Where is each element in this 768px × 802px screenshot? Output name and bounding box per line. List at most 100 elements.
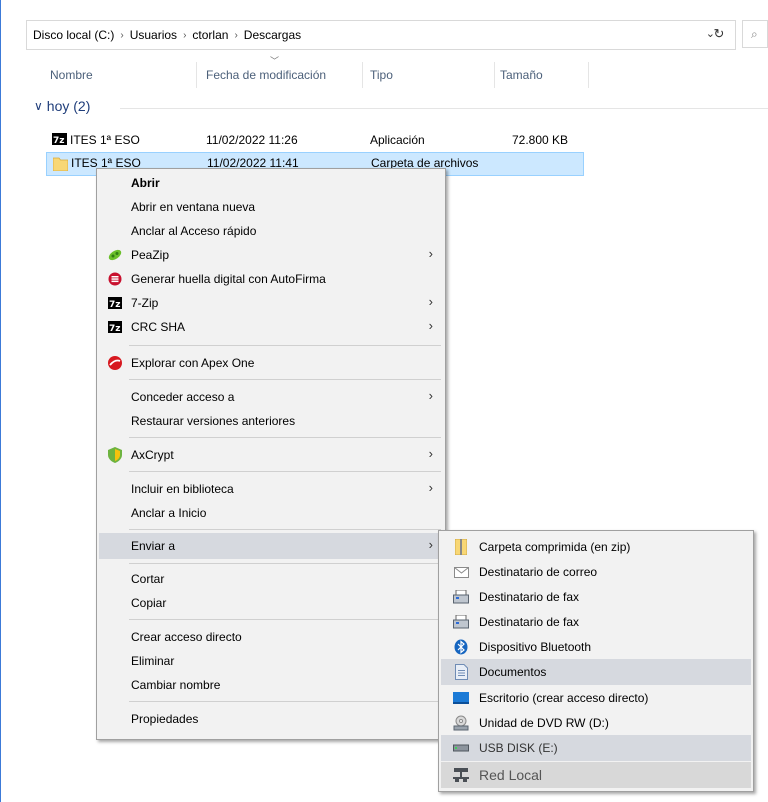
chevron-down-icon: ∨ bbox=[34, 99, 43, 113]
menu-label: Cortar bbox=[131, 572, 165, 586]
menu-label: USB DISK (E:) bbox=[479, 741, 558, 755]
fax-icon bbox=[453, 614, 469, 630]
file-name: ITES 1ª ESO bbox=[70, 133, 140, 147]
menu-item-eliminar[interactable]: Eliminar bbox=[99, 649, 443, 673]
sendto-item-fax-2[interactable]: Destinatario de fax bbox=[441, 610, 751, 634]
sendto-item-bluetooth[interactable]: Dispositivo Bluetooth bbox=[441, 635, 751, 659]
menu-separator bbox=[129, 437, 441, 438]
column-divider bbox=[196, 62, 197, 88]
menu-label: Dispositivo Bluetooth bbox=[479, 640, 592, 654]
menu-separator bbox=[129, 563, 441, 564]
sendto-item-zip[interactable]: Carpeta comprimida (en zip) bbox=[441, 535, 751, 559]
menu-item-crear-acceso-directo[interactable]: Crear acceso directo bbox=[99, 625, 443, 649]
file-type: Aplicación bbox=[370, 133, 425, 147]
menu-label: Abrir en ventana nueva bbox=[131, 200, 256, 214]
file-explorer-window: Disco local (C:) › Usuarios › ctorlan › … bbox=[0, 0, 768, 802]
network-icon bbox=[453, 767, 469, 783]
menu-label: Unidad de DVD RW (D:) bbox=[479, 716, 609, 730]
menu-label: Propiedades bbox=[131, 712, 199, 726]
menu-item-apex-one[interactable]: Explorar con Apex One bbox=[99, 351, 443, 375]
column-header-name[interactable]: Nombre bbox=[50, 62, 93, 88]
file-row[interactable]: 7z ITES 1ª ESO 11/02/2022 11:26 Aplicaci… bbox=[46, 130, 584, 150]
menu-item-abrir[interactable]: Abrir bbox=[99, 171, 443, 195]
menu-item-anclar-acceso-rapido[interactable]: Anclar al Acceso rápido bbox=[99, 219, 443, 243]
documents-icon bbox=[453, 664, 469, 680]
menu-item-conceder-acceso[interactable]: Conceder acceso a › bbox=[99, 385, 443, 409]
menu-separator bbox=[129, 471, 441, 472]
menu-item-enviar-a[interactable]: Enviar a › bbox=[99, 533, 443, 559]
menu-item-abrir-ventana-nueva[interactable]: Abrir en ventana nueva bbox=[99, 195, 443, 219]
chevron-right-icon: › bbox=[428, 480, 433, 495]
menu-item-cambiar-nombre[interactable]: Cambiar nombre bbox=[99, 673, 443, 697]
menu-label: 7-Zip bbox=[131, 296, 159, 310]
desktop-icon bbox=[453, 690, 469, 706]
column-header-size[interactable]: Tamaño bbox=[500, 62, 543, 88]
address-bar[interactable]: Disco local (C:) › Usuarios › ctorlan › … bbox=[26, 20, 736, 50]
search-input[interactable]: ⌕ bbox=[742, 20, 768, 48]
sendto-item-dvd[interactable]: Unidad de DVD RW (D:) bbox=[441, 711, 751, 735]
menu-item-7zip[interactable]: 7z 7-Zip › bbox=[99, 291, 443, 315]
breadcrumb-user[interactable]: ctorlan bbox=[186, 28, 234, 42]
group-header-today[interactable]: ∨ hoy (2) bbox=[34, 98, 90, 114]
menu-label: Destinatario de correo bbox=[479, 565, 598, 579]
menu-label: Generar huella digital con AutoFirma bbox=[131, 272, 326, 286]
menu-item-restaurar-versiones[interactable]: Restaurar versiones anteriores bbox=[99, 409, 443, 433]
column-divider bbox=[588, 62, 589, 88]
menu-separator bbox=[129, 379, 441, 380]
sendto-item-fax-1[interactable]: Destinatario de fax bbox=[441, 585, 751, 609]
column-divider bbox=[362, 62, 363, 88]
menu-label: Anclar a Inicio bbox=[131, 506, 207, 520]
menu-item-propiedades[interactable]: Propiedades bbox=[99, 707, 443, 731]
group-divider bbox=[120, 108, 768, 109]
svg-text:7z: 7z bbox=[53, 136, 65, 145]
file-size: 72.800 KB bbox=[512, 133, 569, 147]
breadcrumb-descargas[interactable]: Descargas bbox=[238, 28, 307, 42]
menu-separator bbox=[129, 345, 441, 346]
menu-item-copiar[interactable]: Copiar bbox=[99, 591, 443, 615]
sendto-item-documentos[interactable]: Documentos bbox=[441, 659, 751, 685]
sendto-item-red-local[interactable]: Red Local bbox=[441, 762, 751, 788]
bluetooth-icon bbox=[453, 639, 469, 655]
menu-item-incluir-biblioteca[interactable]: Incluir en biblioteca › bbox=[99, 477, 443, 501]
sendto-item-usb[interactable]: USB DISK (E:) bbox=[441, 735, 751, 761]
refresh-icon[interactable]: ↻ bbox=[704, 20, 734, 48]
menu-label: Copiar bbox=[131, 596, 167, 610]
menu-item-autofirma[interactable]: Generar huella digital con AutoFirma bbox=[99, 267, 443, 291]
menu-label: CRC SHA bbox=[131, 320, 186, 334]
search-icon: ⌕ bbox=[751, 26, 758, 41]
menu-label: Destinatario de fax bbox=[479, 590, 580, 604]
menu-item-anclar-inicio[interactable]: Anclar a Inicio bbox=[99, 501, 443, 525]
chevron-right-icon: › bbox=[428, 537, 433, 552]
menu-item-cortar[interactable]: Cortar bbox=[99, 567, 443, 591]
menu-separator bbox=[129, 619, 441, 620]
send-to-submenu: Carpeta comprimida (en zip) Destinatario… bbox=[438, 530, 754, 792]
sendto-item-escritorio[interactable]: Escritorio (crear acceso directo) bbox=[441, 686, 751, 710]
usb-drive-icon bbox=[453, 740, 469, 756]
column-divider bbox=[494, 62, 495, 88]
column-header-type[interactable]: Tipo bbox=[370, 62, 393, 88]
menu-label: Anclar al Acceso rápido bbox=[131, 224, 257, 238]
file-date: 11/02/2022 11:26 bbox=[206, 133, 298, 147]
breadcrumb-drive[interactable]: Disco local (C:) bbox=[27, 28, 120, 42]
dvd-drive-icon bbox=[453, 715, 469, 731]
chevron-right-icon: › bbox=[428, 446, 433, 461]
menu-label: Cambiar nombre bbox=[131, 678, 221, 692]
menu-label: Crear acceso directo bbox=[131, 630, 242, 644]
svg-text:7z: 7z bbox=[109, 324, 121, 333]
column-header-date[interactable]: Fecha de modificación bbox=[206, 62, 326, 88]
menu-item-axcrypt[interactable]: AxCrypt › bbox=[99, 443, 443, 467]
menu-label: Enviar a bbox=[131, 539, 176, 553]
menu-label: Incluir en biblioteca bbox=[131, 482, 234, 496]
menu-label: Documentos bbox=[479, 665, 547, 679]
group-label: hoy (2) bbox=[46, 98, 91, 114]
breadcrumb-usuarios[interactable]: Usuarios bbox=[124, 28, 183, 42]
menu-label: Destinatario de fax bbox=[479, 615, 580, 629]
sendto-item-correo[interactable]: Destinatario de correo bbox=[441, 560, 751, 584]
menu-item-peazip[interactable]: PeaZip › bbox=[99, 243, 443, 267]
context-menu: Abrir Abrir en ventana nueva Anclar al A… bbox=[96, 168, 446, 740]
menu-item-crc-sha[interactable]: 7z CRC SHA › bbox=[99, 315, 443, 339]
menu-label: Eliminar bbox=[131, 654, 175, 668]
window-border bbox=[0, 0, 1, 802]
menu-label: Conceder acceso a bbox=[131, 390, 235, 404]
menu-label: Restaurar versiones anteriores bbox=[131, 414, 296, 428]
